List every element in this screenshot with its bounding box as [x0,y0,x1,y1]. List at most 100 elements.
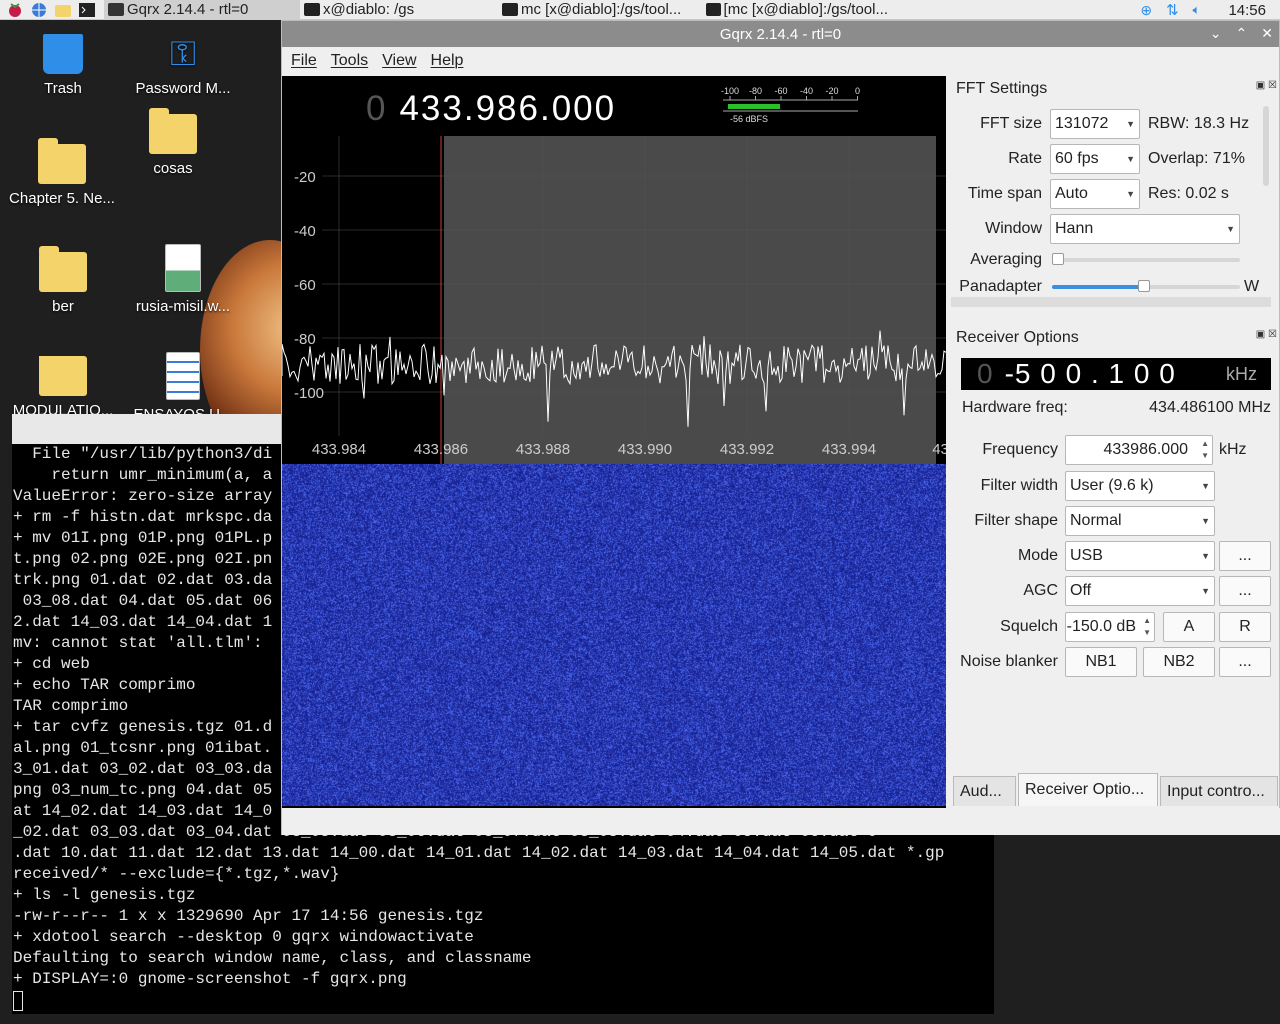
taskbar-task-mc-1[interactable]: mc [x@diablo]:/gs/tool... [498,0,702,20]
signal-level-bar [728,104,780,109]
tab-audio[interactable]: Aud... [953,776,1016,806]
frequency-spinbox[interactable]: 433986.000 ▲ ▼ [1065,435,1213,465]
fft-panel-hscrollbar[interactable] [951,297,1271,307]
spin-arrows-icon[interactable]: ▲ ▼ [1201,438,1209,462]
window-titlebar[interactable]: Gqrx 2.14.4 - rtl=0 ⌄ ⌃ ✕ [282,21,1279,47]
timespan-combo[interactable]: Auto ▼ [1050,179,1140,209]
network-icon[interactable]: ⇅ [1166,1,1179,19]
updates-icon[interactable]: ⊕ [1140,2,1152,19]
file-manager-icon[interactable] [54,2,72,18]
agc-combo[interactable]: Off ▼ [1065,576,1215,606]
mode-options-button[interactable]: ... [1219,541,1271,571]
agc-label: AGC [1023,582,1058,599]
menu-file[interactable]: File [291,52,317,70]
minimize-icon[interactable]: ⌄ [1210,25,1222,42]
terminal-launcher-icon[interactable] [78,2,96,18]
terminal-app-icon [502,3,518,16]
folder-icon [149,108,197,154]
desktop-icon-ber[interactable]: ber [3,246,123,315]
noise-blanker-options-button[interactable]: ... [1219,647,1271,677]
offset-frequency-display[interactable]: 0 -5 0 0 . 1 0 0 kHz [961,358,1271,390]
panadapter-label: Panadapter [959,278,1042,295]
desktop-icon-chapter5[interactable]: Chapter 5. Ne... [2,138,122,207]
menu-view[interactable]: View [382,52,416,70]
chevron-down-icon: ▼ [1126,119,1135,129]
window-combo[interactable]: Hann ▼ [1050,214,1240,244]
tab-input-controls[interactable]: Input contro... [1160,776,1278,806]
desktop-icon-password-manager[interactable]: ⚿ Password M... [123,34,243,97]
desktop-icon-cosas[interactable]: cosas [113,108,233,177]
terminal-prompt[interactable] [12,990,994,1011]
terminal-line: Defaulting to search window name, class,… [13,949,532,967]
fft-size-label: FFT size [980,115,1042,132]
rate-label: Rate [1008,150,1042,167]
filter-passband [444,136,936,466]
chevron-down-icon: ▼ [1201,516,1210,526]
panadapter-slider-handle[interactable] [1138,280,1150,292]
gqrx-window[interactable]: Gqrx 2.14.4 - rtl=0 ⌄ ⌃ ✕ File Tools Vie… [281,20,1280,835]
signal-level-text: -56 dBFS [730,114,769,124]
menu-help[interactable]: Help [431,52,464,70]
browser-icon[interactable] [30,2,48,18]
chevron-down-icon: ▼ [1201,586,1210,596]
frequency-display[interactable]: 0 433.986.000 [366,89,616,129]
desktop-icon-ensayos[interactable]: ENSAYOS U... [123,352,243,414]
fft-panel-scrollbar[interactable] [1263,106,1269,186]
chevron-down-icon: ▼ [1126,189,1135,199]
window-label: Window [985,220,1042,237]
filter-width-combo[interactable]: User (9.6 k) ▼ [1065,471,1215,501]
tab-receiver-options[interactable]: Receiver Optio... [1018,773,1158,806]
panel-float-close-icon[interactable]: ▣ ☒ [1256,329,1277,340]
averaging-slider[interactable] [1052,253,1240,265]
x-tick-label: 433.994 [822,441,876,458]
mode-value: USB [1070,547,1103,564]
terminal-app-icon [706,3,721,16]
meter-tick-label: -20 [825,86,838,96]
desktop-icon-rusia-misil[interactable]: rusia-misil.w... [123,244,243,315]
rx-panel-title: Receiver Options [956,329,1079,346]
folder-icon [39,356,87,396]
desktop-icon-modulatio[interactable]: MODULATIO... [3,356,123,414]
taskbar-task-mc-2[interactable]: [mc [x@diablo]:/gs/tool... [702,0,892,20]
panadapter-slider[interactable] [1052,280,1240,292]
frequency-leading-digit: 0 [366,89,388,128]
nb1-button[interactable]: NB1 [1065,647,1137,677]
y-tick-label: -40 [294,223,316,240]
meter-tick-label: -80 [749,86,762,96]
receiver-options-panel: Receiver Options ▣ ☒ 0 -5 0 0 . 1 0 0 kH… [947,321,1280,771]
squelch-label: Squelch [1000,618,1058,635]
timespan-value: Auto [1055,185,1088,202]
nb2-button[interactable]: NB2 [1143,647,1215,677]
squelch-auto-button[interactable]: A [1163,612,1215,642]
clock[interactable]: 14:56 [1214,2,1266,19]
menu-tools[interactable]: Tools [331,52,368,70]
panel-float-close-icon[interactable]: ▣ ☒ [1256,80,1277,91]
key-icon: ⚿ [170,35,196,73]
y-tick-label: -60 [294,277,316,294]
chevron-down-icon: ▼ [1201,551,1210,561]
chevron-down-icon: ▼ [1201,481,1210,491]
averaging-slider-handle[interactable] [1052,253,1064,265]
squelch-spinbox[interactable]: -150.0 dB ▲ ▼ [1065,612,1155,642]
fft-size-combo[interactable]: 131072 ▼ [1050,109,1140,139]
agc-options-button[interactable]: ... [1219,576,1271,606]
hw-freq-label: Hardware freq: [962,399,1068,416]
waterfall-display[interactable] [282,464,946,806]
spin-arrows-icon[interactable]: ▲ ▼ [1143,615,1151,639]
maximize-icon[interactable]: ⌃ [1236,25,1248,42]
x-tick-label: 433.9 [932,441,946,458]
volume-icon[interactable]: 🔈︎ [1193,2,1201,18]
offset-leading-digit: 0 [977,358,993,389]
raspberry-menu-icon[interactable] [6,2,24,18]
close-icon[interactable]: ✕ [1261,25,1273,42]
taskbar-task-gqrx[interactable]: Gqrx 2.14.4 - rtl=0 [104,0,300,20]
rate-combo[interactable]: 60 fps ▼ [1050,144,1140,174]
taskbar-task-terminal[interactable]: x@diablo: /gs [300,0,498,20]
meter-tick-label: -40 [800,86,813,96]
mode-combo[interactable]: USB ▼ [1065,541,1215,571]
squelch-reset-button[interactable]: R [1219,612,1271,642]
spectrum-plot[interactable]: -20 -40 -60 -80 -100 433.984 433.986 433.988 43… [282,136,946,466]
desktop-icon-trash[interactable]: Trash [3,34,123,97]
y-tick-label: -80 [294,331,316,348]
filter-shape-combo[interactable]: Normal ▼ [1065,506,1215,536]
